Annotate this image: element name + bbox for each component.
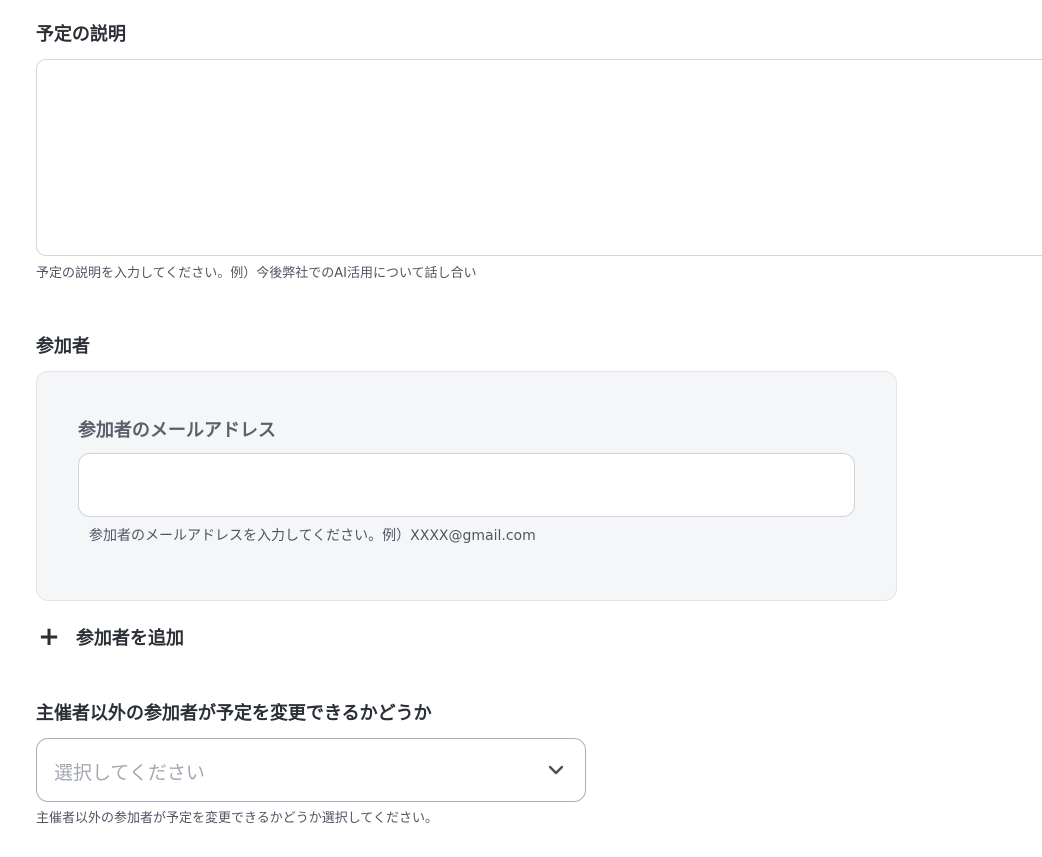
chevron-down-icon [548,765,564,775]
guests-can-modify-hint: 主催者以外の参加者が予定を変更できるかどうか選択してください。 [36,811,438,826]
plus-icon: + [38,622,60,652]
add-participant-button[interactable]: + 参加者を追加 [36,622,184,652]
guests-can-modify-label: 主催者以外の参加者が予定を変更できるかどうか [36,703,432,724]
add-participant-label: 参加者を追加 [76,628,184,649]
participant-email-input[interactable] [78,453,855,517]
description-textarea[interactable] [36,59,1042,256]
guests-can-modify-select[interactable]: 選択してください [36,738,586,802]
form: 予定の説明 予定の説明を入力してください。例）今後弊社でのAI活用について話し合… [0,0,1042,857]
participant-email-label: 参加者のメールアドレス [78,420,276,441]
participants-label: 参加者 [36,336,90,357]
participant-email-hint: 参加者のメールアドレスを入力してください。例）XXXX@gmail.com [89,528,536,544]
description-hint: 予定の説明を入力してください。例）今後弊社でのAI活用について話し合い [36,266,477,281]
description-label: 予定の説明 [36,24,126,45]
select-placeholder: 選択してください [54,762,205,784]
